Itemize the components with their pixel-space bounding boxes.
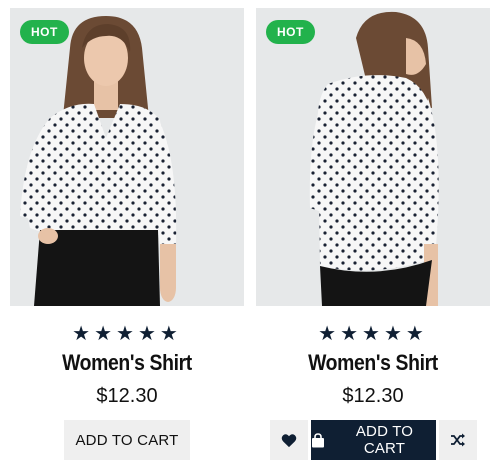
product-photo-front [10,8,244,306]
heart-icon [281,433,297,447]
product-image[interactable]: HOT [10,8,244,306]
product-card[interactable]: HOT ★★★★★ Women's Shirt $12.30 ADD TO CA… [10,8,244,468]
product-image[interactable]: HOT [256,8,490,306]
add-to-cart-button[interactable]: ADD TO CART [64,420,190,460]
product-price: $12.30 [96,385,158,407]
compare-button[interactable] [439,420,477,460]
add-to-cart-button[interactable]: ADD TO CART [311,420,436,460]
rating-stars: ★★★★★ [72,323,182,345]
add-to-cart-label: ADD TO CART [355,423,414,457]
product-photo-back [256,8,490,306]
product-card[interactable]: HOT ★★★★★ Women's Shirt $12.30 ADD TO CA… [256,8,490,468]
product-name[interactable]: Women's Shirt [24,350,230,376]
shopping-bag-icon [312,432,324,447]
hot-badge: HOT [20,20,69,44]
rating-stars: ★★★★★ [318,323,428,345]
product-price: $12.30 [342,385,404,407]
product-name[interactable]: Women's Shirt [270,350,476,376]
hot-badge: HOT [266,20,315,44]
add-to-wishlist-button[interactable] [270,420,308,460]
shuffle-icon [451,433,465,447]
